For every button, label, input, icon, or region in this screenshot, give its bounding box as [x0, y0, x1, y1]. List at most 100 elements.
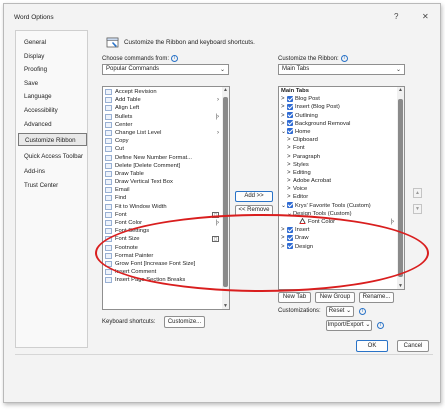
command-icon	[105, 113, 112, 120]
command-item[interactable]: Accept Revision	[103, 88, 229, 96]
scroll-thumb[interactable]	[398, 99, 403, 277]
scroll-thumb[interactable]	[223, 97, 228, 287]
checkbox-checked-icon[interactable]	[287, 120, 293, 127]
command-item[interactable]: Copy	[103, 137, 229, 145]
import-export-button[interactable]: Import/Export ⌄	[326, 320, 372, 331]
tree-item[interactable]: > Outlining	[279, 112, 404, 120]
nav-item-quick-access-toolbar[interactable]: Quick Access Toolbar	[18, 150, 87, 163]
scroll-up-icon[interactable]: ▲	[222, 87, 229, 93]
checkbox-checked-icon[interactable]	[287, 112, 293, 119]
tree-item[interactable]: ⌄ Home	[279, 128, 404, 136]
nav-item-advanced[interactable]: Advanced	[18, 118, 87, 131]
command-item[interactable]: Draw Vertical Text Box	[103, 178, 229, 186]
command-item[interactable]: Change List Level ›	[103, 129, 229, 137]
command-item[interactable]: Insert Page Section Breaks	[103, 276, 229, 284]
command-item[interactable]: Find	[103, 194, 229, 202]
choose-commands-combo[interactable]: Popular Commands ⌄	[102, 64, 229, 75]
ribbon-tabs-tree[interactable]: Main Tabs > Blog Post > Insert (Blog Post) >…	[278, 86, 405, 290]
tree-scrollbar[interactable]: ▲ ▼	[397, 87, 404, 289]
checkbox-checked-icon[interactable]	[287, 202, 293, 209]
nav-item-trust-center[interactable]: Trust Center	[18, 179, 87, 192]
tree-item[interactable]: > Clipboard	[279, 136, 404, 144]
reset-button[interactable]: Reset ⌄	[326, 306, 354, 317]
command-item[interactable]: Format Painter	[103, 252, 229, 260]
tree-item[interactable]: > Adobe Acrobat	[279, 177, 404, 185]
commands-scrollbar[interactable]: ▲ ▼	[222, 87, 229, 309]
nav-item-general[interactable]: General	[18, 36, 87, 49]
submenu-icon: ▢	[212, 211, 219, 218]
add-button[interactable]: Add >>	[235, 191, 273, 202]
command-item[interactable]: Insert Comment	[103, 268, 229, 276]
command-item[interactable]: Email	[103, 186, 229, 194]
new-group-button[interactable]: New Group	[315, 292, 355, 303]
checkbox-checked-icon[interactable]	[287, 95, 293, 102]
move-up-icon[interactable]: ▲	[413, 188, 422, 198]
command-item[interactable]: Grow Font [Increase Font Size]	[103, 260, 229, 268]
command-label: Font	[115, 211, 127, 218]
scroll-down-icon[interactable]: ▼	[222, 303, 229, 309]
commands-list[interactable]: Accept Revision Add Table › Align Left Bulle…	[102, 86, 230, 310]
tree-item[interactable]: > Paragraph	[279, 153, 404, 161]
scroll-up-icon[interactable]: ▲	[397, 87, 404, 93]
nav-item-display[interactable]: Display	[18, 50, 87, 63]
customize-ribbon-combo[interactable]: Main Tabs ⌄	[278, 64, 405, 75]
help-button[interactable]: ?	[394, 12, 398, 21]
new-tab-button[interactable]: New Tab	[278, 292, 311, 303]
command-label: Center	[115, 121, 133, 128]
customize-shortcuts-button[interactable]: Customize...	[164, 316, 205, 328]
command-item[interactable]: Font Settings	[103, 227, 229, 235]
nav-item-proofing[interactable]: Proofing	[18, 63, 87, 76]
nav-item-customize-ribbon[interactable]: Customize Ribbon	[18, 133, 87, 146]
close-button[interactable]: ✕	[422, 12, 429, 21]
customize-ribbon-label: Customize the Ribbon: i	[278, 55, 348, 62]
remove-button[interactable]: << Remove	[235, 205, 273, 216]
tree-item[interactable]: > Blog Post	[279, 95, 404, 103]
command-icon	[105, 130, 112, 136]
nav-item-accessibility[interactable]: Accessibility	[18, 104, 87, 117]
tree-item[interactable]: > Design	[279, 243, 404, 251]
command-item[interactable]: Add Table ›	[103, 96, 229, 104]
command-icon	[105, 154, 112, 161]
nav-item-save[interactable]: Save	[18, 77, 87, 90]
tree-item[interactable]: > Editor	[279, 193, 404, 201]
cancel-button[interactable]: Cancel	[397, 340, 429, 352]
tree-rows: > Blog Post > Insert (Blog Post) > Outlining >…	[279, 95, 404, 251]
move-down-icon[interactable]: ▼	[413, 204, 422, 214]
command-item[interactable]: Delete [Delete Comment]	[103, 162, 229, 170]
command-item[interactable]: Footnote	[103, 244, 229, 252]
command-item[interactable]: Draw Table	[103, 170, 229, 178]
checkbox-checked-icon[interactable]	[287, 103, 293, 110]
tree-item[interactable]: > Editing	[279, 169, 404, 177]
tree-item[interactable]: > Background Removal	[279, 120, 404, 128]
command-item[interactable]: Define New Number Format...	[103, 154, 229, 162]
tree-item[interactable]: ⌄Design Tools (Custom)	[279, 210, 404, 218]
command-item[interactable]: Font ▢	[103, 211, 229, 219]
tree-item[interactable]: > Insert (Blog Post)	[279, 103, 404, 111]
command-item[interactable]: Bullets |›	[103, 113, 229, 121]
tree-item[interactable]: > Insert	[279, 226, 404, 234]
nav-item-language[interactable]: Language	[18, 90, 87, 103]
tree-item[interactable]: > Styles	[279, 161, 404, 169]
checkbox-checked-icon[interactable]	[287, 226, 293, 233]
checkbox-checked-icon[interactable]	[287, 234, 293, 241]
checkbox-checked-icon[interactable]	[287, 128, 293, 135]
tree-item[interactable]: Font Color |›	[279, 218, 404, 226]
command-item[interactable]: Align Left	[103, 104, 229, 112]
tree-item[interactable]: > Voice	[279, 185, 404, 193]
checkbox-checked-icon[interactable]	[287, 243, 293, 250]
tree-item[interactable]: ⌄ Krys' Favorite Tools (Custom)	[279, 202, 404, 210]
tree-item[interactable]: > Draw	[279, 234, 404, 242]
command-item[interactable]: Font Size ▢	[103, 235, 229, 243]
nav-item-add-ins[interactable]: Add-ins	[18, 165, 87, 178]
command-item[interactable]: Fit to Window Width	[103, 203, 229, 211]
command-icon	[105, 195, 112, 202]
command-item[interactable]: Center	[103, 121, 229, 129]
command-item[interactable]: Font Color |›	[103, 219, 229, 227]
scroll-down-icon[interactable]: ▼	[397, 283, 404, 289]
command-item[interactable]: Cut	[103, 145, 229, 153]
tree-item-label: Paragraph	[293, 153, 321, 160]
ok-button[interactable]: OK	[356, 340, 388, 352]
rename-button[interactable]: Rename...	[359, 292, 394, 303]
tree-item-label: Insert	[295, 227, 310, 234]
tree-item[interactable]: > Font	[279, 144, 404, 152]
